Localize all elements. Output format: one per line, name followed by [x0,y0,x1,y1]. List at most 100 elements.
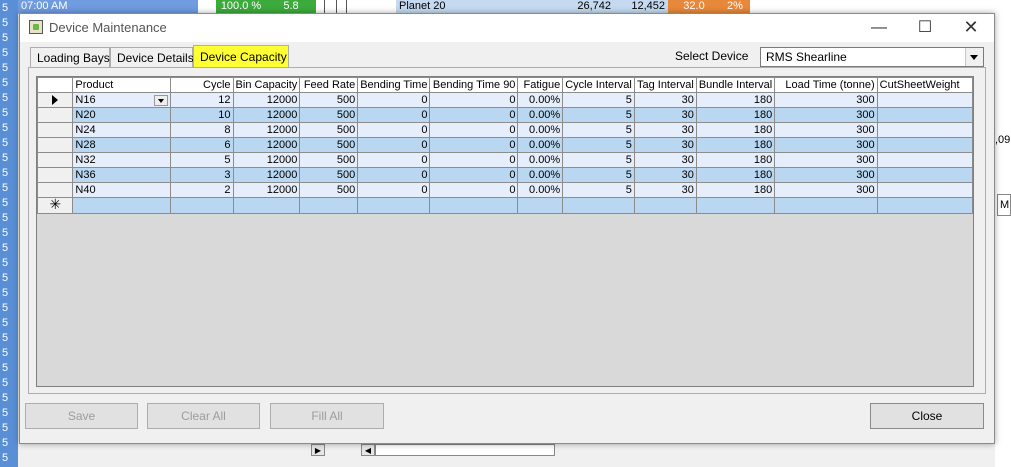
table-row[interactable]: N36 3 12000 500 0 0 0.00% 5 30 180 300 [37,167,973,183]
table-cell[interactable]: 12000 [232,122,301,138]
table-cell[interactable]: 0.00% [517,182,564,198]
table-cell[interactable] [72,197,171,214]
table-cell[interactable]: 30 [633,92,697,108]
table-cell[interactable] [876,92,973,108]
table-cell[interactable]: 500 [299,107,359,123]
row-header[interactable]: ✳ [37,197,74,214]
table-cell[interactable]: 500 [299,137,359,153]
close-window-button[interactable]: ✕ [948,14,994,42]
row-header[interactable] [37,107,74,123]
table-cell[interactable] [232,197,301,214]
table-cell[interactable]: 180 [695,122,776,138]
select-device-dropdown[interactable]: RMS Shearline [760,47,984,67]
table-cell[interactable]: 0 [357,107,431,123]
table-cell[interactable] [695,197,776,214]
column-header[interactable]: Tag Interval [633,77,697,93]
row-header[interactable] [37,167,74,183]
new-row[interactable]: ✳ [37,197,973,214]
table-cell[interactable]: 30 [633,107,697,123]
table-cell[interactable]: 180 [695,137,776,153]
table-cell[interactable] [299,197,359,214]
fill-all-button[interactable]: Fill All [270,403,384,429]
table-cell[interactable]: 180 [695,152,776,168]
table-cell[interactable] [774,197,878,214]
table-cell[interactable] [876,152,973,168]
table-cell[interactable]: 0 [429,92,519,108]
table-cell[interactable]: 30 [633,167,697,183]
table-cell[interactable] [429,197,519,214]
row-header[interactable] [37,122,74,138]
table-cell[interactable]: 0 [429,122,519,138]
table-cell[interactable]: 5 [169,152,234,168]
table-cell[interactable] [633,197,697,214]
table-cell[interactable]: 0 [429,137,519,153]
table-cell[interactable]: 300 [774,122,878,138]
table-cell[interactable] [876,137,973,153]
product-cell[interactable]: N24 [72,122,171,138]
table-cell[interactable]: 12 [169,92,234,108]
column-header[interactable]: Load Time (tonne) [774,77,878,93]
table-cell[interactable]: 8 [169,122,234,138]
row-header[interactable] [37,152,74,168]
table-cell[interactable] [169,197,234,214]
table-cell[interactable]: 0.00% [517,92,564,108]
table-cell[interactable]: 0 [357,152,431,168]
table-cell[interactable]: 300 [774,152,878,168]
table-row[interactable]: N20 10 12000 500 0 0 0.00% 5 30 180 300 [37,107,973,123]
table-cell[interactable]: 0 [429,107,519,123]
table-cell[interactable] [517,197,564,214]
table-row[interactable]: N16 12 12000 500 0 0 0.00% 5 30 180 300 [37,92,973,108]
column-header[interactable]: Fatigue [517,77,564,93]
table-row[interactable]: N24 8 12000 500 0 0 0.00% 5 30 180 300 [37,122,973,138]
table-cell[interactable] [357,197,431,214]
table-cell[interactable]: 180 [695,182,776,198]
background-horizontal-scrollbar[interactable] [375,444,555,456]
table-cell[interactable] [876,122,973,138]
table-cell[interactable] [562,197,635,214]
table-cell[interactable] [876,197,973,214]
row-header[interactable] [37,182,74,198]
column-header[interactable]: Cycle Interval [562,77,635,93]
product-cell[interactable]: N36 [72,167,171,183]
table-cell[interactable]: 12000 [232,152,301,168]
table-cell[interactable]: 0 [429,182,519,198]
table-cell[interactable]: 500 [299,167,359,183]
table-cell[interactable]: 180 [695,167,776,183]
row-header[interactable] [37,137,74,153]
table-cell[interactable]: 5 [562,122,635,138]
table-cell[interactable]: 500 [299,122,359,138]
table-cell[interactable]: 300 [774,107,878,123]
scroll-left-icon[interactable]: ◀ [361,444,375,456]
table-cell[interactable]: 5 [562,182,635,198]
table-cell[interactable]: 30 [633,122,697,138]
row-header[interactable] [37,92,74,108]
table-cell[interactable]: 0.00% [517,152,564,168]
table-cell[interactable]: 0 [357,182,431,198]
column-header[interactable]: CutSheetWeight [876,77,973,93]
table-row[interactable]: N28 6 12000 500 0 0 0.00% 5 30 180 300 [37,137,973,153]
table-cell[interactable]: 500 [299,182,359,198]
table-cell[interactable]: 300 [774,137,878,153]
product-cell[interactable]: N32 [72,152,171,168]
table-cell[interactable]: 3 [169,167,234,183]
table-cell[interactable]: 5 [562,107,635,123]
table-cell[interactable]: 0 [357,167,431,183]
table-cell[interactable]: 12000 [232,137,301,153]
table-cell[interactable]: 0.00% [517,167,564,183]
table-cell[interactable]: 6 [169,137,234,153]
table-cell[interactable]: 0 [429,167,519,183]
product-cell[interactable]: N16 [72,92,171,108]
column-header[interactable]: Bundle Interval [695,77,776,93]
maximize-button[interactable]: ☐ [902,14,948,42]
table-cell[interactable]: 2 [169,182,234,198]
table-cell[interactable]: 5 [562,152,635,168]
table-cell[interactable]: 0 [357,92,431,108]
product-cell[interactable]: N28 [72,137,171,153]
tab-device-details[interactable]: Device Details [110,47,194,67]
table-cell[interactable]: 500 [299,92,359,108]
column-header[interactable]: Product [72,77,171,93]
table-row[interactable]: N40 2 12000 500 0 0 0.00% 5 30 180 300 [37,182,973,198]
table-cell[interactable]: 300 [774,167,878,183]
table-cell[interactable]: 180 [695,92,776,108]
table-cell[interactable]: 0 [429,152,519,168]
